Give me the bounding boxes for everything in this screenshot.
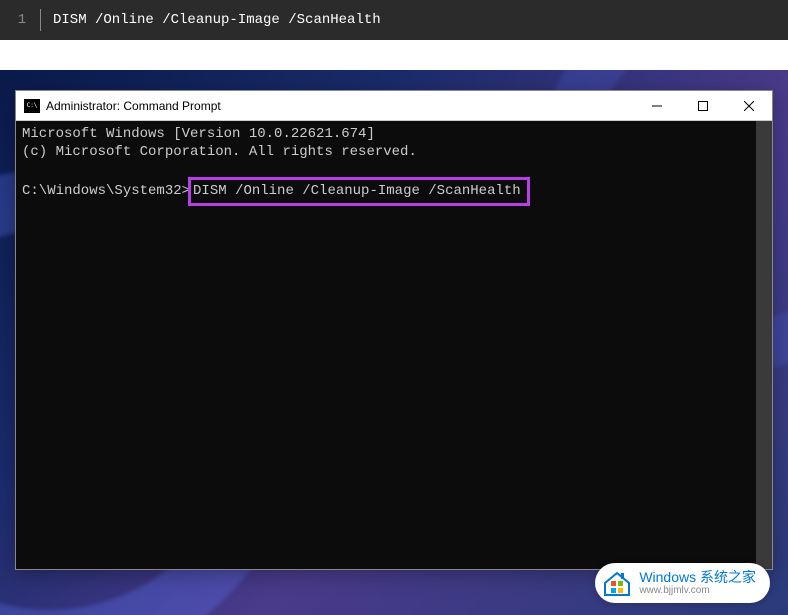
scrollbar-thumb[interactable] [756, 121, 772, 569]
divider [40, 9, 41, 31]
code-snippet-header: 1 DISM /Online /Cleanup-Image /ScanHealt… [0, 0, 788, 40]
line-number: 1 [12, 12, 32, 28]
terminal-prompt-line: C:\Windows\System32>DISM /Online /Cleanu… [22, 177, 766, 205]
maximize-button[interactable] [680, 91, 726, 120]
minimize-button[interactable] [634, 91, 680, 120]
terminal-prompt: C:\Windows\System32> [22, 182, 190, 200]
maximize-icon [698, 101, 708, 111]
terminal-body[interactable]: Microsoft Windows [Version 10.0.22621.67… [16, 121, 772, 569]
house-logo-icon [601, 567, 633, 599]
minimize-icon [652, 101, 662, 111]
highlighted-command: DISM /Online /Cleanup-Image /ScanHealth [188, 177, 530, 205]
window-controls [634, 91, 772, 120]
window-title-bar[interactable]: Administrator: Command Prompt [16, 91, 772, 121]
window-title: Administrator: Command Prompt [46, 99, 634, 113]
close-icon [744, 101, 754, 111]
watermark-text-group: Windows 系统之家 www.bjjmlv.com [639, 570, 756, 596]
cmd-icon [24, 99, 40, 113]
command-prompt-window: Administrator: Command Prompt Microsoft … [15, 90, 773, 570]
close-button[interactable] [726, 91, 772, 120]
terminal-output-line: (c) Microsoft Corporation. All rights re… [22, 143, 766, 161]
watermark-badge: Windows 系统之家 www.bjjmlv.com [595, 563, 770, 603]
desktop-screenshot: Administrator: Command Prompt Microsoft … [0, 70, 788, 615]
watermark-url: www.bjjmlv.com [639, 585, 756, 596]
vertical-scrollbar[interactable] [756, 121, 772, 569]
terminal-output-line: Microsoft Windows [Version 10.0.22621.67… [22, 125, 766, 143]
code-command-text: DISM /Online /Cleanup-Image /ScanHealth [53, 12, 381, 28]
watermark-title: Windows 系统之家 [639, 570, 756, 585]
